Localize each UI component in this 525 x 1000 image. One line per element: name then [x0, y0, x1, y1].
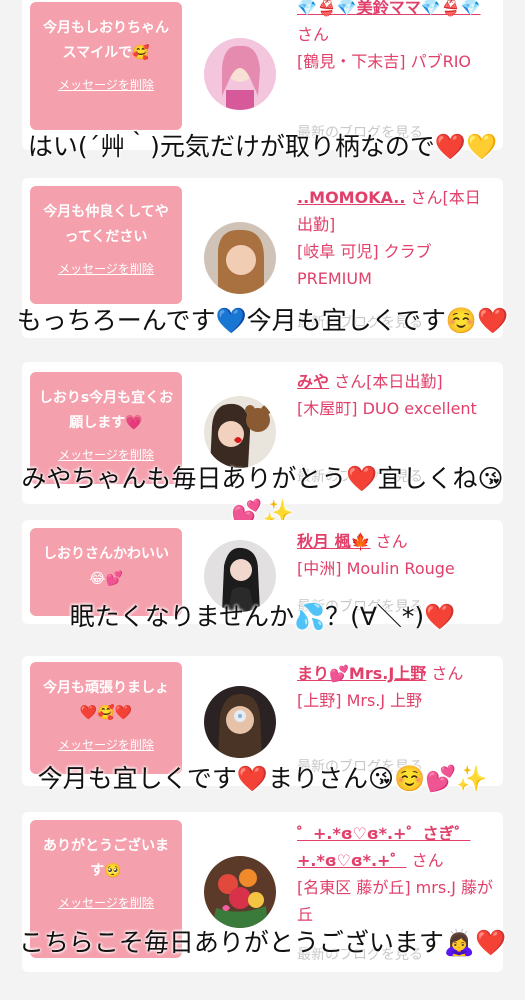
honorific: さん: [431, 664, 464, 683]
reply-caption: こちらこそ毎日ありがとうございます🙇‍♀️❤️: [18, 928, 507, 957]
honorific: さん[本日出勤]: [334, 372, 443, 391]
reply-caption: 眠たくなりませんか💦？(∀＼*)❤️: [69, 602, 456, 631]
shop-info: [鶴見・下末吉] パブRIO: [297, 52, 472, 71]
delete-message-link[interactable]: メッセージを削除: [38, 732, 174, 753]
user-name-link[interactable]: 💎👙💎美鈴ママ💎👙💎: [297, 0, 481, 17]
avatar[interactable]: [204, 856, 276, 928]
message-bubble: 今月も頑張りましょ❤️🥰❤️ メッセージを削除: [30, 662, 182, 774]
user-info: みや さん[本日出勤] [木屋町] DUO excellent: [297, 368, 495, 422]
shop-info: [上野] Mrs.J 上野: [297, 691, 423, 710]
message-card: 今月もしおりちゃんスマイルで🥰 メッセージを削除 💎👙💎美鈴ママ💎👙💎 さん […: [22, 0, 503, 150]
message-text: 今月もしおりちゃんスマイルで🥰: [43, 20, 169, 61]
reply-caption: はい(´艸｀)元気だけが取り柄なので❤️💛: [27, 132, 498, 161]
reply-caption: もっちろーんです💙今月も宜しくです☺️❤️: [16, 306, 509, 335]
delete-message-link[interactable]: メッセージを削除: [38, 72, 174, 93]
message-bubble: 今月も仲良くしてやってください メッセージを削除: [30, 186, 182, 304]
delete-message-link[interactable]: メッセージを削除: [38, 442, 174, 463]
user-info: ..MOMOKA.. さん[本日出勤] [岐阜 可児] クラブPREMIUM: [297, 184, 495, 292]
honorific: さん: [411, 851, 444, 870]
user-info: 💎👙💎美鈴ママ💎👙💎 さん [鶴見・下末吉] パブRIO: [297, 0, 495, 75]
message-text: しおりs今月も宜くお願します💗: [38, 390, 174, 431]
delete-message-link[interactable]: メッセージを削除: [38, 256, 174, 277]
shop-info: [岐阜 可児] クラブPREMIUM: [297, 242, 432, 288]
reply-caption: 今月も宜しくです❤️まりさん😘☺️💕✨: [37, 764, 488, 793]
user-name-link[interactable]: みや: [297, 372, 329, 391]
avatar[interactable]: [204, 686, 276, 758]
message-text: しおりさんかわいい😂💕: [43, 546, 169, 587]
honorific: さん: [297, 25, 330, 44]
avatar[interactable]: [204, 38, 276, 110]
message-bubble: 今月もしおりちゃんスマイルで🥰 メッセージを削除: [30, 2, 182, 130]
message-text: 今月も仲良くしてやってください: [43, 204, 169, 245]
user-info: ゜+.*ɞ♡ɞ*.+゜さぎ゜+.*ɞ♡ɞ*.+゜ さん [名東区 藤が丘] mr…: [297, 820, 495, 928]
user-name-link[interactable]: ゜+.*ɞ♡ɞ*.+゜さぎ゜+.*ɞ♡ɞ*.+゜: [297, 824, 470, 870]
shop-info: [中洲] Moulin Rouge: [297, 559, 455, 578]
message-text: ありがとうございます🥺: [43, 838, 169, 879]
avatar[interactable]: [204, 396, 276, 468]
shop-info: [木屋町] DUO excellent: [297, 399, 477, 418]
avatar[interactable]: [204, 222, 276, 294]
user-info: 秋月 楓🍁 さん [中洲] Moulin Rouge: [297, 528, 495, 582]
user-name-link[interactable]: 秋月 楓🍁: [297, 532, 371, 551]
shop-info: [名東区 藤が丘] mrs.J 藤が丘: [297, 878, 494, 924]
delete-message-link[interactable]: メッセージを削除: [38, 890, 174, 911]
user-name-link[interactable]: ..MOMOKA..: [297, 188, 405, 207]
honorific: さん: [375, 532, 408, 551]
user-info: まり💕Mrs.J上野 さん [上野] Mrs.J 上野: [297, 660, 495, 714]
message-text: 今月も頑張りましょ❤️🥰❤️: [43, 680, 169, 721]
user-name-link[interactable]: まり💕Mrs.J上野: [297, 664, 426, 683]
